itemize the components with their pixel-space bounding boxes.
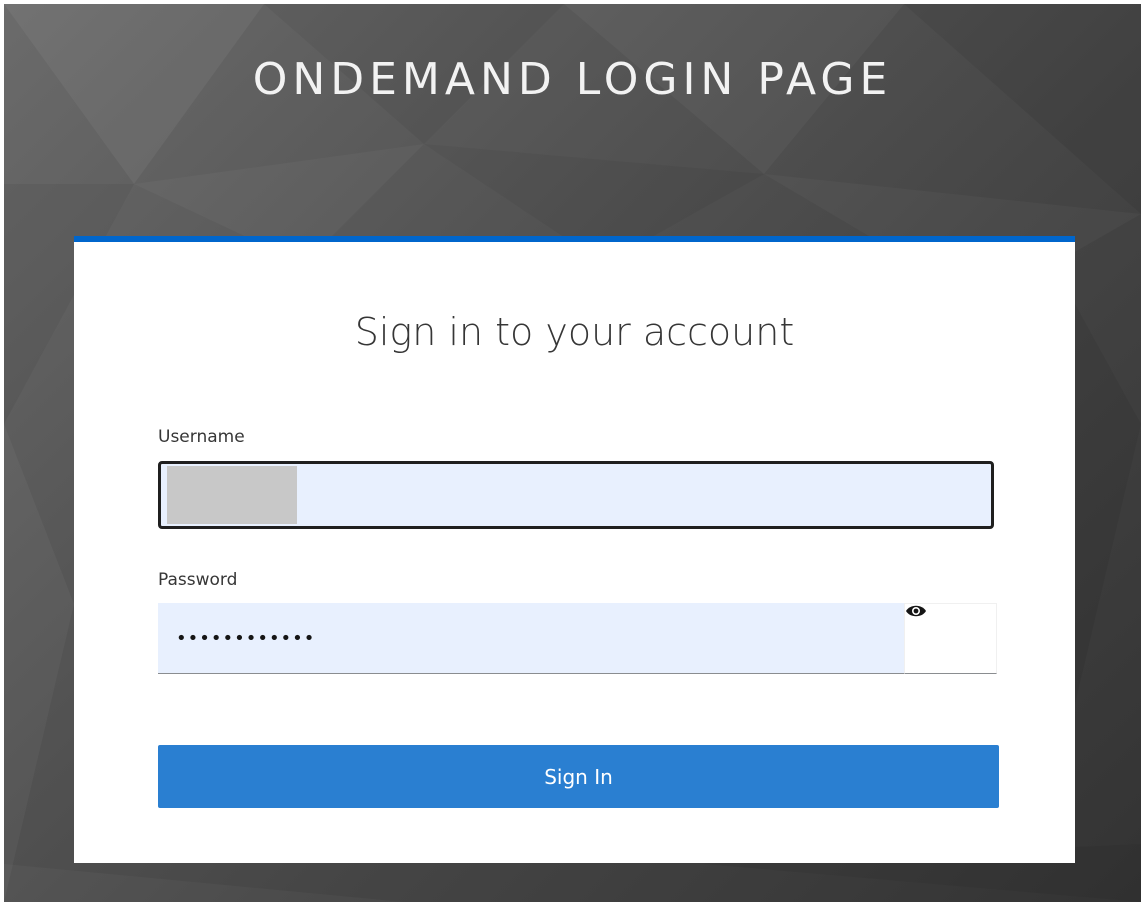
page-background: ONDEMAND LOGIN PAGE Sign in to your acco…: [4, 4, 1141, 902]
password-masked-value: ••••••••••••: [176, 627, 316, 649]
username-redacted-value: [167, 466, 297, 524]
show-password-button[interactable]: [904, 603, 997, 674]
eye-icon: [906, 605, 926, 617]
login-card: Sign in to your account Username Passwor…: [74, 236, 1075, 863]
password-input[interactable]: ••••••••••••: [158, 603, 904, 674]
username-input[interactable]: [158, 461, 994, 529]
password-label: Password: [158, 570, 238, 590]
page-title: ONDEMAND LOGIN PAGE: [252, 54, 893, 105]
sign-in-button[interactable]: Sign In: [158, 745, 999, 808]
login-heading: Sign in to your account: [354, 310, 795, 354]
username-label: Username: [158, 427, 245, 447]
